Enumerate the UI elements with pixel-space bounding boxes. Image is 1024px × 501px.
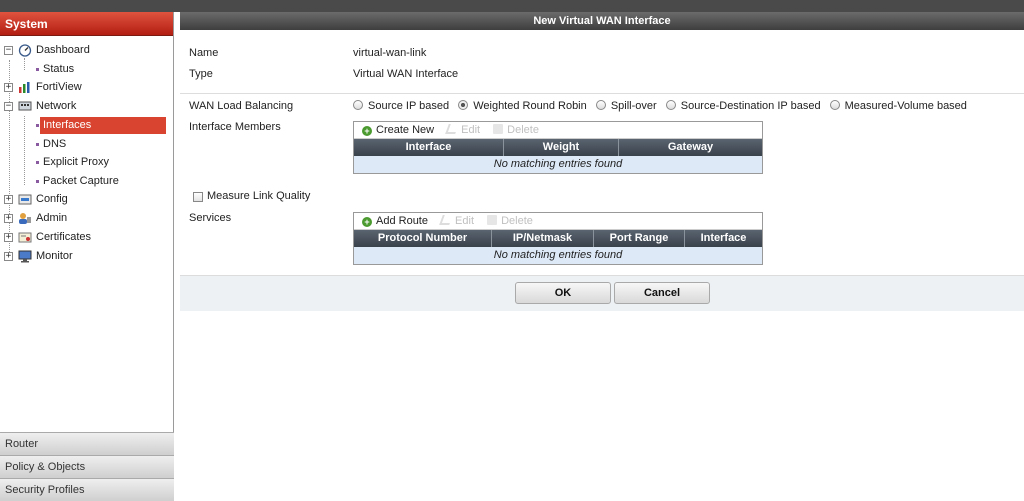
monitor-icon — [18, 250, 32, 263]
column-header-weight[interactable]: Weight — [504, 139, 619, 156]
edit-icon — [445, 124, 459, 134]
expand-icon[interactable]: + — [4, 83, 13, 92]
sidebar-item-label: Config — [36, 193, 68, 205]
sidebar-item-label: Explicit Proxy — [43, 156, 110, 168]
radio-measured-volume-based[interactable] — [829, 100, 840, 110]
button-bar: OK Cancel — [180, 275, 1024, 311]
edit-icon — [439, 215, 453, 225]
expand-icon[interactable]: + — [4, 214, 13, 223]
column-header-gateway[interactable]: Gateway — [619, 139, 762, 156]
members-toolbar: + Create New Edit Delete — [354, 122, 762, 139]
bullet-icon — [36, 180, 39, 183]
delete-button[interactable]: Delete — [487, 213, 533, 230]
radio-weighted-round-robin[interactable] — [458, 100, 469, 110]
radio-label: Measured-Volume based — [844, 100, 967, 112]
column-header-port-range[interactable]: Port Range — [594, 230, 685, 247]
sidebar-item-label: Monitor — [36, 250, 73, 262]
section-router[interactable]: Router — [0, 432, 174, 455]
column-header-interface[interactable]: Interface — [354, 139, 504, 156]
grid-header: Interface Weight Gateway — [354, 139, 762, 156]
edit-button[interactable]: Edit — [445, 122, 480, 139]
tree-line — [24, 58, 25, 70]
interface-members-label: Interface Members — [189, 121, 281, 133]
bullet-icon — [36, 143, 39, 146]
sidebar-item-label: DNS — [43, 138, 67, 150]
bullet-icon — [36, 161, 39, 164]
services-label: Services — [189, 212, 232, 224]
grid-header: Protocol Number IP/Netmask Port Range In… — [354, 230, 762, 247]
sidebar-item-label: Certificates — [36, 231, 92, 243]
expand-icon[interactable]: + — [4, 233, 13, 242]
bullet-icon — [36, 124, 39, 127]
sidebar-item-label: Interfaces — [40, 117, 166, 134]
sidebar-item-label: Dashboard — [36, 44, 90, 56]
sidebar-item-label: Status — [43, 63, 75, 75]
services-toolbar: + Add Route Edit Delete — [354, 213, 762, 230]
plus-icon: + — [362, 217, 372, 227]
services-grid: + Add Route Edit Delete Protocol Number I… — [353, 212, 763, 265]
measure-link-quality-checkbox[interactable] — [193, 192, 203, 202]
trash-icon — [487, 215, 498, 225]
top-strip — [0, 0, 1024, 12]
collapse-icon[interactable]: − — [4, 46, 13, 55]
name-value: virtual-wan-link — [353, 47, 427, 59]
column-header-ip-netmask[interactable]: IP/Netmask — [492, 230, 594, 247]
trash-icon — [493, 124, 504, 134]
divider — [180, 93, 1024, 94]
sidebar-item-label: Packet Capture — [43, 175, 119, 187]
column-header-protocol-number[interactable]: Protocol Number — [354, 230, 492, 247]
edit-button[interactable]: Edit — [439, 213, 474, 230]
column-header-interface[interactable]: Interface — [685, 230, 762, 247]
main-panel: New Virtual WAN Interface Name virtual-w… — [180, 12, 1024, 501]
cancel-button[interactable]: Cancel — [614, 282, 710, 304]
radio-label: Weighted Round Robin — [473, 100, 587, 112]
measure-link-quality-label: Measure Link Quality — [207, 190, 311, 202]
radio-label: Source IP based — [368, 100, 450, 112]
panel-title: New Virtual WAN Interface — [180, 12, 1024, 30]
type-label: Type — [189, 68, 213, 80]
network-icon — [18, 101, 32, 111]
empty-message: No matching entries found — [354, 156, 762, 173]
radio-label: Source-Destination IP based — [680, 100, 821, 112]
sidebar-header[interactable]: System — [0, 12, 173, 36]
add-route-button[interactable]: + Add Route — [362, 213, 428, 230]
expand-icon[interactable]: + — [4, 252, 13, 261]
name-label: Name — [189, 47, 219, 59]
empty-message: No matching entries found — [354, 247, 762, 264]
sidebar-item-label: FortiView — [36, 81, 82, 93]
sidebar: System − Dashboard Status + FortiView − … — [0, 12, 174, 501]
section-security-profiles[interactable]: Security Profiles — [0, 478, 174, 501]
dashboard-icon — [18, 44, 32, 57]
section-policy-objects[interactable]: Policy & Objects — [0, 455, 174, 478]
tree-line — [24, 116, 25, 185]
type-value: Virtual WAN Interface — [353, 68, 459, 80]
radio-source-ip-based[interactable] — [353, 100, 363, 110]
expand-icon[interactable]: + — [4, 195, 13, 204]
ok-button[interactable]: OK — [515, 282, 611, 304]
interface-members-grid: + Create New Edit Delete Interface Weight… — [353, 121, 763, 174]
admin-icon — [19, 213, 31, 224]
radio-source-destination-ip-based[interactable] — [665, 100, 676, 110]
wan-load-balancing-label: WAN Load Balancing — [189, 100, 294, 112]
plus-icon: + — [362, 126, 372, 136]
fortiview-icon — [19, 82, 30, 93]
sidebar-item-label: Network — [36, 100, 77, 112]
radio-spill-over[interactable] — [595, 100, 606, 110]
radio-label: Spill-over — [610, 100, 657, 112]
config-icon — [18, 194, 32, 205]
sidebar-item-label: Admin — [36, 212, 68, 224]
bullet-icon — [36, 68, 39, 71]
collapse-icon[interactable]: − — [4, 102, 13, 111]
delete-button[interactable]: Delete — [493, 122, 539, 139]
wan-load-balancing-radio-group: Source IP based Weighted Round Robin Spi… — [353, 100, 973, 112]
create-new-button[interactable]: + Create New — [362, 122, 434, 139]
certificates-icon — [18, 232, 32, 243]
